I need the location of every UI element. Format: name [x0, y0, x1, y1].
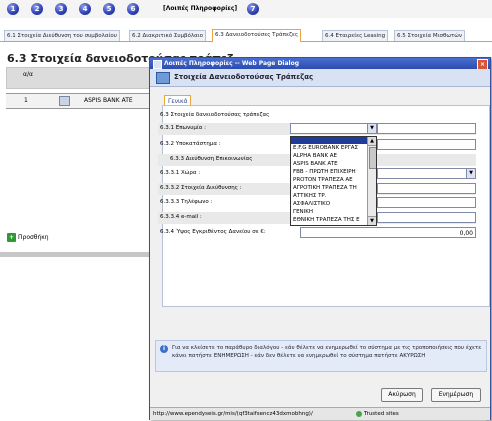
chevron-down-icon[interactable]: ▼ — [367, 124, 376, 133]
phone-label: 6.3.3.3 Τηλέφωνο : — [160, 199, 213, 205]
step-4-button[interactable]: 4 — [79, 3, 91, 15]
bank-name-select[interactable]: ▼ — [290, 123, 377, 134]
security-zone: Trusted sites — [356, 408, 399, 420]
dialog-title: Λοιπές Πληροφορίες -- Web Page Dialog — [164, 60, 299, 67]
group-label: 6.3 Στοιχεία δανειοδοτούσας τράπεζας — [160, 112, 270, 118]
amount-label: 6.3.4 Ύψος Εγκριθέντος Δανείου σε €: — [160, 229, 266, 235]
tab-6-1[interactable]: 6.1 Στοιχεία Διεύθυνση του συμβολαίου — [4, 30, 120, 41]
plus-icon: + — [7, 233, 16, 242]
dropdown-scrollbar[interactable]: ▲ ▼ — [367, 137, 376, 225]
section-tabs: 6.1 Στοιχεία Διεύθυνση του συμβολαίου 6.… — [0, 29, 492, 42]
step-1-button[interactable]: 1 — [7, 3, 19, 15]
table-row[interactable] — [6, 93, 156, 109]
branch-label: 6.3.2 Υποκατάστημα : — [160, 141, 221, 147]
dropdown-option[interactable]: ΑΤΤΙΚΗΣ ΤΡ. — [291, 192, 367, 200]
amount-field[interactable]: 0,00 — [300, 227, 476, 238]
step-bar: 1 2 3 4 5 6 [Λοιπές Πληροφορίες] 7 — [0, 0, 492, 18]
info-icon: i — [160, 345, 168, 353]
grid-header-num: α/α — [23, 71, 33, 78]
email-label: 6.3.3.4 e-mail : — [160, 214, 202, 220]
bank-dropdown-list[interactable]: E.F.G EUROBANK ΕΡΓΑΣ ALPHA BANK AE ASPIS… — [290, 136, 377, 226]
scroll-down-icon[interactable]: ▼ — [368, 216, 376, 225]
address-label: 6.3.3.2 Στοιχεία Διεύθυνσης : — [160, 185, 242, 191]
name-row: 6.3.1 Επωνυμία : ▼ — [158, 123, 476, 135]
name-label: 6.3.1 Επωνυμία : — [160, 125, 206, 131]
add-button[interactable]: + Προσθήκη — [7, 232, 49, 244]
branch-field[interactable] — [377, 139, 476, 150]
dropdown-option[interactable]: FBB - ΠΡΩΤΗ ΕΠΙΧΕΙΡΗ — [291, 168, 367, 176]
horizontal-scrollbar[interactable] — [0, 252, 160, 257]
row-bank-name: ASPIS BANK ATE — [84, 97, 133, 104]
row-number: 1 — [24, 97, 28, 104]
dropdown-option[interactable] — [291, 137, 367, 144]
update-button[interactable]: Ενημέρωση — [431, 388, 481, 402]
dropdown-option[interactable]: ΕΘΝΙΚΗ ΤΡΑΠΕΖΑ ΤΗΣ Ε — [291, 216, 367, 224]
step-7-button[interactable]: 7 — [247, 3, 259, 15]
grid-header: α/α — [6, 67, 158, 89]
step-5-button[interactable]: 5 — [103, 3, 115, 15]
tab-6-5[interactable]: 6.5 Στοιχεία Μισθωτών — [394, 30, 465, 41]
window-icon — [153, 60, 162, 69]
trusted-icon — [356, 410, 362, 417]
dropdown-option[interactable]: ΓΕΝΙΚΗ — [291, 208, 367, 216]
status-bar: http://www.ependyseis.gr/mis/(qf3taifsen… — [150, 407, 490, 420]
dialog-header: Στοιχεία Δανειοδοτούσας Τράπεζας — [150, 69, 490, 87]
info-box: i Για να κλείσετε το παράθυρο διαλόγου -… — [155, 340, 487, 372]
bank-name-field[interactable] — [377, 123, 476, 134]
status-url: http://www.ependyseis.gr/mis/(qf3taifsen… — [153, 411, 313, 417]
current-step-label: [Λοιπές Πληροφορίες] — [163, 5, 238, 12]
step-3-button[interactable]: 3 — [55, 3, 67, 15]
bank-icon — [156, 72, 170, 84]
add-button-label: Προσθήκη — [18, 234, 49, 241]
bank-dialog: Λοιπές Πληροφορίες -- Web Page Dialog × … — [149, 57, 491, 420]
address-field[interactable] — [377, 183, 476, 194]
scroll-up-icon[interactable]: ▲ — [368, 137, 376, 146]
chevron-down-icon[interactable]: ▼ — [466, 169, 475, 178]
edit-icon[interactable] — [59, 96, 70, 106]
country-select[interactable]: ▼ — [377, 168, 476, 179]
dropdown-option[interactable]: PROTON ΤΡΑΠΕΖΑ ΑΕ — [291, 176, 367, 184]
zone-label: Trusted sites — [364, 411, 399, 417]
email-field[interactable] — [377, 212, 476, 223]
dialog-titlebar: Λοιπές Πληροφορίες -- Web Page Dialog × — [150, 58, 490, 70]
dialog-header-title: Στοιχεία Δανειοδοτούσας Τράπεζας — [174, 73, 314, 81]
dropdown-option[interactable]: ΑΣΦΑΛΙΣΤΙΚΟ — [291, 200, 367, 208]
amount-value: 0,00 — [459, 230, 473, 237]
tab-6-3[interactable]: 6.3 Δανειοδοτούσες Τράπεζες — [212, 29, 302, 42]
info-text: Για να κλείσετε το παράθυρο διαλόγου - ε… — [172, 345, 482, 359]
amount-row: 6.3.4 Ύψος Εγκριθέντος Δανείου σε €: 0,0… — [158, 227, 476, 239]
group-row: 6.3 Στοιχεία δανειοδοτούσας τράπεζας — [158, 110, 476, 122]
tab-6-4[interactable]: 6.4 Εταιρείες Leasing — [322, 30, 389, 41]
tab-6-2[interactable]: 6.2 Διακριτικό Συμβόλαιο — [129, 30, 207, 41]
dropdown-option[interactable]: ASPIS BANK ATE — [291, 160, 367, 168]
dropdown-option[interactable]: E.F.G EUROBANK ΕΡΓΑΣ — [291, 144, 367, 152]
step-2-button[interactable]: 2 — [31, 3, 43, 15]
country-label: 6.3.3.1 Χώρα : — [160, 170, 201, 176]
step-6-button[interactable]: 6 — [127, 3, 139, 15]
dropdown-option[interactable]: ALPHA BANK AE — [291, 152, 367, 160]
phone-field[interactable] — [377, 197, 476, 208]
cancel-button[interactable]: Ακύρωση — [381, 388, 423, 402]
dropdown-option[interactable]: ΑΓΡΟΤΙΚΗ ΤΡΑΠΕΖΑ ΤΗ — [291, 184, 367, 192]
address-group-label: 6.3.3 Διεύθυνση Επικοινωνίας — [170, 156, 253, 162]
scroll-thumb[interactable] — [369, 147, 376, 169]
